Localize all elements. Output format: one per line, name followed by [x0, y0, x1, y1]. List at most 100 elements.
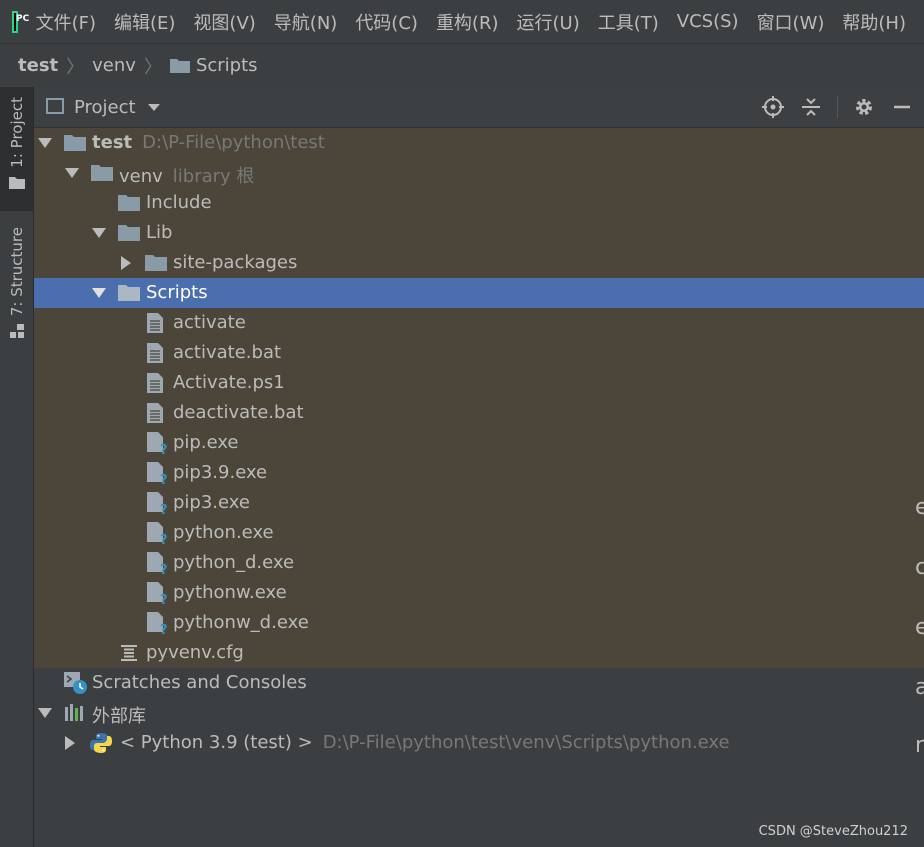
menu-code[interactable]: 代码(C)	[355, 9, 418, 35]
folder-icon	[118, 195, 140, 211]
tree-row-python-sdk[interactable]: < Python 3.9 (test) > D:\P-File\python\te…	[34, 728, 924, 758]
chevron-down-icon[interactable]	[147, 103, 160, 111]
text-file-icon	[147, 313, 163, 333]
chevron-right-icon: 〉	[143, 56, 162, 78]
expand-arrow-icon[interactable]	[38, 708, 52, 718]
breadcrumb-scripts[interactable]: Scripts	[169, 55, 258, 76]
watermark: CSDN @SteveZhou212	[758, 824, 908, 839]
breadcrumb-root[interactable]: test	[18, 55, 58, 76]
tab-structure-label: 7: Structure	[7, 227, 26, 317]
menu-bar: PC 文件(F) 编辑(E) 视图(V) 导航(N) 代码(C) 重构(R) 运…	[0, 0, 924, 43]
tree-row-scratches[interactable]: Scratches and Consoles	[34, 668, 924, 698]
structure-icon	[9, 324, 24, 339]
minimize-icon[interactable]	[890, 95, 914, 119]
breadcrumb-scripts-label: Scripts	[195, 55, 258, 76]
tree-row-file[interactable]: ? pip3.exe	[34, 488, 924, 518]
menu-window[interactable]: 窗口(W)	[757, 9, 825, 35]
panel-title[interactable]: Project	[74, 97, 136, 118]
tab-structure[interactable]: 7: Structure	[0, 227, 33, 347]
breadcrumb-venv[interactable]: venv	[92, 55, 136, 76]
expand-arrow-icon[interactable]	[65, 736, 75, 750]
tree-label: pythonw.exe	[173, 582, 287, 603]
tree-label: pip3.9.exe	[173, 462, 268, 483]
folder-icon	[145, 255, 167, 271]
folder-icon	[118, 285, 140, 301]
tree-row-file[interactable]: ? pythonw_d.exe	[34, 608, 924, 638]
tree-row-external-libraries[interactable]: 外部库	[34, 698, 924, 728]
tree-row-file[interactable]: ? pythonw.exe	[34, 578, 924, 608]
tree-row-venv[interactable]: venv library 根	[34, 158, 924, 188]
toolbar-divider	[837, 96, 838, 118]
menu-file[interactable]: 文件(F)	[36, 9, 96, 35]
tree-label: venv library 根	[119, 166, 255, 187]
tree-row-file[interactable]: ? pip3.9.exe	[34, 458, 924, 488]
editor-edge-text: e	[915, 615, 924, 640]
menu-navigate[interactable]: 导航(N)	[274, 9, 338, 35]
pycharm-logo-icon: PC	[12, 10, 29, 33]
editor-edge-text: r	[915, 733, 924, 758]
tab-project-label: 1: Project	[7, 97, 26, 168]
tree-row-file[interactable]: activate.bat	[34, 338, 924, 368]
tree-label: 外部库	[92, 706, 146, 727]
tree-row-site-packages[interactable]: site-packages	[34, 248, 924, 278]
collapse-all-icon[interactable]	[799, 95, 823, 119]
expand-arrow-icon[interactable]	[92, 228, 106, 238]
tree-row-include[interactable]: Include	[34, 188, 924, 218]
menu-tools[interactable]: 工具(T)	[598, 9, 659, 35]
tree-row-file[interactable]: ? python.exe	[34, 518, 924, 548]
unknown-file-icon: ?	[147, 582, 168, 605]
tree-label: < Python 3.9 (test) > D:\P-File\python\te…	[120, 732, 730, 753]
tree-row-file[interactable]: pyvenv.cfg	[34, 638, 924, 668]
gear-icon[interactable]	[852, 95, 876, 119]
menu-refactor[interactable]: 重构(R)	[436, 9, 499, 35]
tree-row-file[interactable]: ? pip.exe	[34, 428, 924, 458]
project-panel: Project test D:\P-File\python\test venv …	[34, 87, 924, 847]
tree-label: Activate.ps1	[173, 372, 285, 393]
editor-edge-text: c	[915, 555, 924, 580]
tree-row-file[interactable]: ? python_d.exe	[34, 548, 924, 578]
chevron-right-icon: 〉	[66, 56, 85, 78]
unknown-file-icon: ?	[147, 522, 168, 545]
project-tree: test D:\P-File\python\test venv library 根 …	[34, 128, 924, 758]
tree-row-scripts[interactable]: Scripts	[34, 278, 924, 308]
tree-row-file[interactable]: Activate.ps1	[34, 368, 924, 398]
tree-row-lib[interactable]: Lib	[34, 218, 924, 248]
expand-arrow-icon[interactable]	[92, 288, 106, 298]
tree-label: pyvenv.cfg	[146, 642, 244, 663]
svg-text:?: ?	[160, 563, 168, 575]
tree-row-file[interactable]: deactivate.bat	[34, 398, 924, 428]
tree-label: python.exe	[173, 522, 274, 543]
svg-text:?: ?	[160, 503, 168, 515]
tree-label: Scratches and Consoles	[92, 672, 307, 693]
project-panel-header: Project	[34, 87, 924, 128]
expand-arrow-icon[interactable]	[65, 168, 79, 178]
tree-label: deactivate.bat	[173, 402, 304, 423]
menu-help[interactable]: 帮助(H)	[842, 9, 906, 35]
tree-label: pip.exe	[173, 432, 239, 453]
unknown-file-icon: ?	[147, 432, 168, 455]
scratches-icon	[64, 672, 87, 694]
tree-row-file[interactable]: activate	[34, 308, 924, 338]
unknown-file-icon: ?	[147, 552, 168, 575]
tab-project[interactable]: 1: Project	[0, 87, 33, 211]
tool-window-strip: 1: Project 7: Structure	[0, 87, 34, 847]
unknown-file-icon: ?	[147, 612, 168, 635]
tree-label: Lib	[146, 222, 173, 243]
menu-edit[interactable]: 编辑(E)	[114, 9, 175, 35]
menu-view[interactable]: 视图(V)	[193, 9, 255, 35]
expand-arrow-icon[interactable]	[38, 138, 52, 148]
folder-icon	[91, 165, 113, 181]
locate-icon[interactable]	[761, 95, 785, 119]
tree-label: pip3.exe	[173, 492, 250, 513]
menu-vcs[interactable]: VCS(S)	[677, 11, 739, 32]
unknown-file-icon: ?	[147, 462, 168, 485]
menu-run[interactable]: 运行(U)	[517, 9, 580, 35]
tree-row-test[interactable]: test D:\P-File\python\test	[34, 128, 924, 158]
tree-label: pythonw_d.exe	[173, 612, 309, 633]
expand-arrow-icon[interactable]	[121, 256, 131, 270]
tree-label: python_d.exe	[173, 552, 295, 573]
text-file-icon	[147, 403, 163, 423]
editor-edge-text: e	[915, 495, 924, 520]
folder-icon	[118, 225, 140, 241]
project-view-icon	[46, 98, 64, 114]
